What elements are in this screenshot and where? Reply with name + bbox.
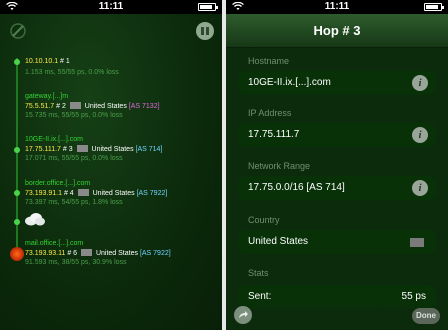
hop-stats: 91.593 ms, 38/55 ps, 30.9% loss [25, 259, 127, 266]
hop-country: United States [95, 250, 138, 257]
hop-stats: 17.071 ms, 55/55 ps, 0.0% loss [25, 155, 123, 162]
cloud-icon [25, 213, 45, 226]
battery-icon [198, 3, 218, 11]
hop-asn: [AS 714] [135, 146, 163, 153]
hop-ip: 75.5.51.7 [25, 103, 55, 110]
share-button[interactable] [234, 306, 252, 324]
info-icon[interactable]: i [412, 75, 428, 91]
logo-icon [10, 23, 26, 39]
hop-ip-line: 17.75.111.7 # 3 United States [AS 714] [25, 145, 162, 153]
hop-asn: [AS 7132] [128, 103, 160, 110]
hop-dot [14, 219, 20, 225]
status-bar: 11:11 [0, 0, 222, 14]
status-time: 11:11 [324, 1, 350, 12]
hop-dot [14, 190, 20, 196]
hop-number: # 6 [67, 250, 78, 257]
hop-hostname: 10GE-II.ix.[...].com [25, 136, 83, 143]
country-value: United States [248, 236, 309, 247]
navigation-bar: Hop # 3 [226, 14, 448, 48]
hop-ip: 17.75.111.7 [25, 146, 61, 153]
pause-button[interactable] [196, 22, 214, 40]
stats-sent-label: Sent: [248, 291, 272, 302]
route-line [16, 58, 18, 258]
hop-number: # 1 [60, 58, 70, 65]
hop-ip-line: 73.193.93.11 # 6 United States [AS 7922] [25, 249, 171, 257]
ip-address-label: IP Address [248, 108, 292, 118]
hop-stats: 15.735 ms, 55/55 ps, 0.0% loss [25, 112, 123, 119]
hostname-value: 10GE-II.ix.[...].com [248, 77, 331, 88]
hop-ip: 73.193.91.1 [25, 190, 62, 197]
traceroute-screen: 11:11 10.10.10.1 # 1 1.153 ms, 55/55 ps,… [0, 0, 222, 330]
hop-hostname: border.office.[...].com [25, 180, 91, 187]
ip-address-field[interactable]: 17.75.111.7 i [238, 123, 436, 147]
hop-hostname: mail.office.[...].com [25, 240, 84, 247]
stats-label: Stats [248, 268, 269, 278]
hop-ip: 73.193.93.11 [25, 250, 66, 257]
share-icon [239, 311, 248, 318]
hop-ip-line: 10.10.10.1 # 1 [25, 58, 70, 65]
country-label: Country [248, 215, 280, 225]
status-bar: 11:11 [226, 0, 448, 14]
info-icon[interactable]: i [412, 180, 428, 196]
hop-number: # 4 [63, 190, 74, 197]
ip-address-value: 17.75.111.7 [248, 129, 300, 140]
flag-icon [410, 238, 424, 247]
hop-number: # 3 [62, 146, 73, 153]
hop-detail-screen: 11:11 Hop # 3 Hostname 10GE-II.ix.[...].… [226, 0, 448, 330]
status-time: 11:11 [98, 1, 124, 12]
active-hop-dot [10, 247, 24, 261]
hop-asn: [AS 7922] [139, 250, 171, 257]
hop-country: United States [84, 103, 127, 110]
hop-country: United States [91, 146, 134, 153]
hop-stats: 1.153 ms, 55/55 ps, 0.0% loss [25, 69, 119, 76]
flag-icon [76, 145, 88, 152]
flag-icon [69, 102, 81, 109]
network-range-field[interactable]: 17.75.0.0/16 [AS 714] i [238, 176, 436, 200]
hop-ip-line: 75.5.51.7 # 2 United States [AS 7132] [25, 102, 160, 110]
info-icon[interactable]: i [412, 127, 428, 143]
done-button[interactable]: Done [412, 308, 440, 324]
battery-icon [424, 3, 444, 11]
hop-number: # 2 [56, 103, 66, 110]
hop-ip-line: 73.193.91.1 # 4 United States [AS 7922] [25, 189, 167, 197]
hop-asn: [AS 7922] [136, 190, 168, 197]
flag-icon [77, 189, 89, 196]
network-range-label: Network Range [248, 161, 311, 171]
network-range-value: 17.75.0.0/16 [AS 714] [248, 182, 345, 193]
country-field: United States [238, 230, 436, 254]
hostname-label: Hostname [248, 56, 290, 66]
stats-sent-value: 55 ps [401, 291, 426, 302]
hop-hostname: gateway.[...]m [25, 93, 69, 100]
page-title: Hop # 3 [313, 23, 361, 38]
hop-dot [14, 147, 20, 153]
hop-ip: 10.10.10.1 [25, 58, 59, 65]
hop-dot [14, 59, 20, 65]
hop-country: United States [92, 190, 135, 197]
hop-stats: 73.397 ms, 54/55 ps, 1.8% loss [25, 199, 123, 206]
hostname-field[interactable]: 10GE-II.ix.[...].com i [238, 71, 436, 95]
flag-icon [81, 249, 92, 256]
